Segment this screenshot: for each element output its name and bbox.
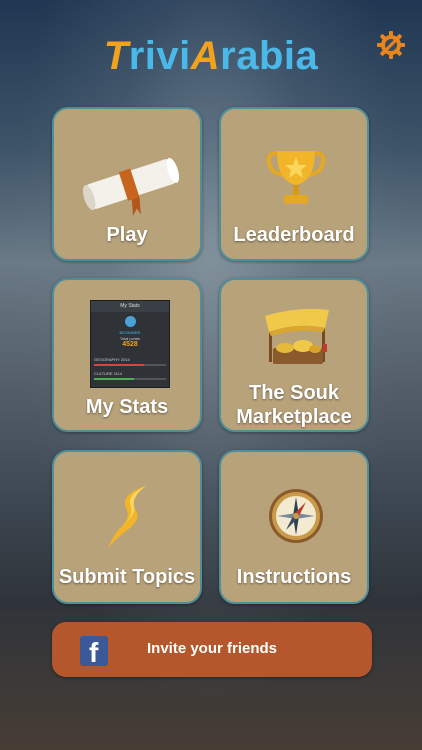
instructions-tile[interactable]: Instructions xyxy=(219,450,369,604)
app-logo: TriviArabia xyxy=(0,34,422,79)
play-label: Play xyxy=(106,224,148,246)
submit-topics-label: Submit Topics xyxy=(58,566,196,588)
stats-preview-row-1: GEOGRAPHY 2014 xyxy=(94,357,166,362)
scroll-icon xyxy=(82,157,180,216)
stats-preview-bar-2 xyxy=(94,378,166,380)
stats-preview-row-1-value: 2014 xyxy=(120,357,130,362)
logo-text-rivi: rivi xyxy=(128,34,191,78)
stats-preview-row-1-label: GEOGRAPHY xyxy=(94,357,120,362)
play-tile[interactable]: Play xyxy=(52,107,202,261)
souk-label-line-1: The Souk xyxy=(248,382,339,404)
stats-preview-points: 4528 xyxy=(122,341,138,348)
market-stall-icon xyxy=(265,308,329,364)
stats-preview-title: My Stats xyxy=(91,301,169,312)
my-stats-label: My Stats xyxy=(85,396,169,418)
leaderboard-tile[interactable]: Leaderboard xyxy=(219,107,369,261)
invite-friends-label: Invite your friends xyxy=(146,640,278,657)
logo-letter-a: A xyxy=(190,34,221,78)
invite-friends-button[interactable]: f Invite your friends xyxy=(52,622,372,677)
settings-button[interactable] xyxy=(376,30,406,60)
stats-preview-bar-1 xyxy=(94,364,166,366)
logo-letter-t: T xyxy=(103,34,129,78)
souk-label-line-2: Marketplace xyxy=(236,406,352,428)
souk-marketplace-tile[interactable]: The Souk Marketplace xyxy=(219,278,369,432)
submit-topics-tile[interactable]: Submit Topics xyxy=(52,450,202,604)
leaderboard-label: Leaderboard xyxy=(233,224,355,246)
instructions-label: Instructions xyxy=(236,566,352,588)
lightning-s-icon xyxy=(108,486,146,548)
stats-preview-rank: BEGINNER xyxy=(119,330,141,335)
compass-icon xyxy=(269,489,323,543)
stats-screen-thumbnail: My Stats BEGINNER Total points 4528 GEOG… xyxy=(90,300,170,388)
avatar xyxy=(125,316,136,327)
stats-preview-row-2-label: CULTURE xyxy=(94,371,113,376)
stats-preview-row-2: CULTURE 1114 xyxy=(94,371,166,376)
gear-wrench-icon xyxy=(377,31,405,59)
stats-preview-row-2-value: 1114 xyxy=(113,371,123,376)
trophy-icon xyxy=(266,151,326,204)
my-stats-tile[interactable]: My Stats BEGINNER Total points 4528 GEOG… xyxy=(52,278,202,432)
logo-text-rabia: rabia xyxy=(220,34,319,78)
